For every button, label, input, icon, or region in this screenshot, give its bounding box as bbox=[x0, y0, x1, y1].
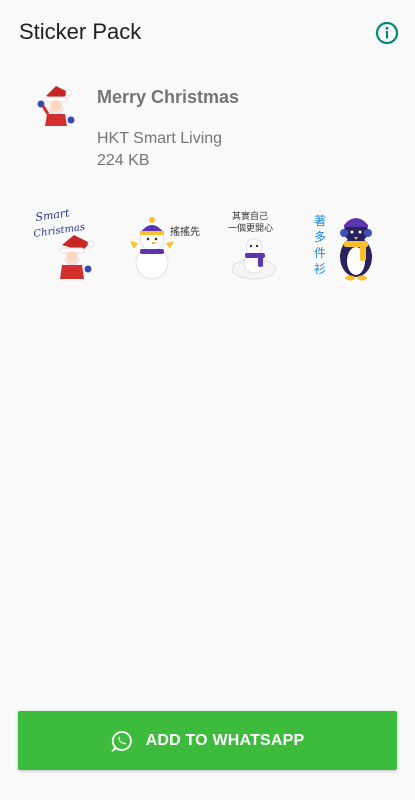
svg-text:一個更開心: 一個更開心 bbox=[228, 222, 273, 234]
svg-text:件: 件 bbox=[314, 246, 326, 260]
sticker-penguin[interactable]: 著 多 件 衫 bbox=[310, 205, 388, 283]
whatsapp-icon bbox=[110, 730, 133, 752]
add-button-label: ADD TO WHATSAPP bbox=[145, 731, 305, 749]
sticker-caption: 搖搖先 bbox=[170, 226, 200, 238]
pack-name: Merry Christmas bbox=[97, 87, 240, 107]
sticker-santa[interactable]: Smart Christmas bbox=[32, 205, 110, 283]
tray-santa-icon bbox=[32, 82, 80, 130]
svg-text:衫: 衫 bbox=[314, 262, 326, 276]
sticker-snowman-bells[interactable]: 搖搖先 bbox=[124, 205, 202, 283]
svg-text:Smart: Smart bbox=[35, 206, 71, 224]
pack-publisher: HKT Smart Living bbox=[97, 130, 223, 147]
add-to-whatsapp-button[interactable]: ADD TO WHATSAPP bbox=[18, 711, 397, 770]
sticker-snowman-scarf[interactable]: 其實自己 一個更開心 bbox=[216, 205, 294, 283]
svg-text:著: 著 bbox=[314, 214, 326, 228]
pack-size: 224 KB bbox=[97, 152, 150, 169]
svg-text:其實自己: 其實自己 bbox=[232, 210, 268, 222]
sticker-grid: Smart Christmas 搖搖先 其實自己 一個更開心 著 多 件 衫 bbox=[0, 205, 415, 285]
app-bar: Sticker Pack bbox=[0, 0, 415, 68]
info-icon[interactable] bbox=[375, 21, 399, 45]
svg-text:多: 多 bbox=[314, 230, 326, 244]
app-title: Sticker Pack bbox=[19, 19, 142, 44]
